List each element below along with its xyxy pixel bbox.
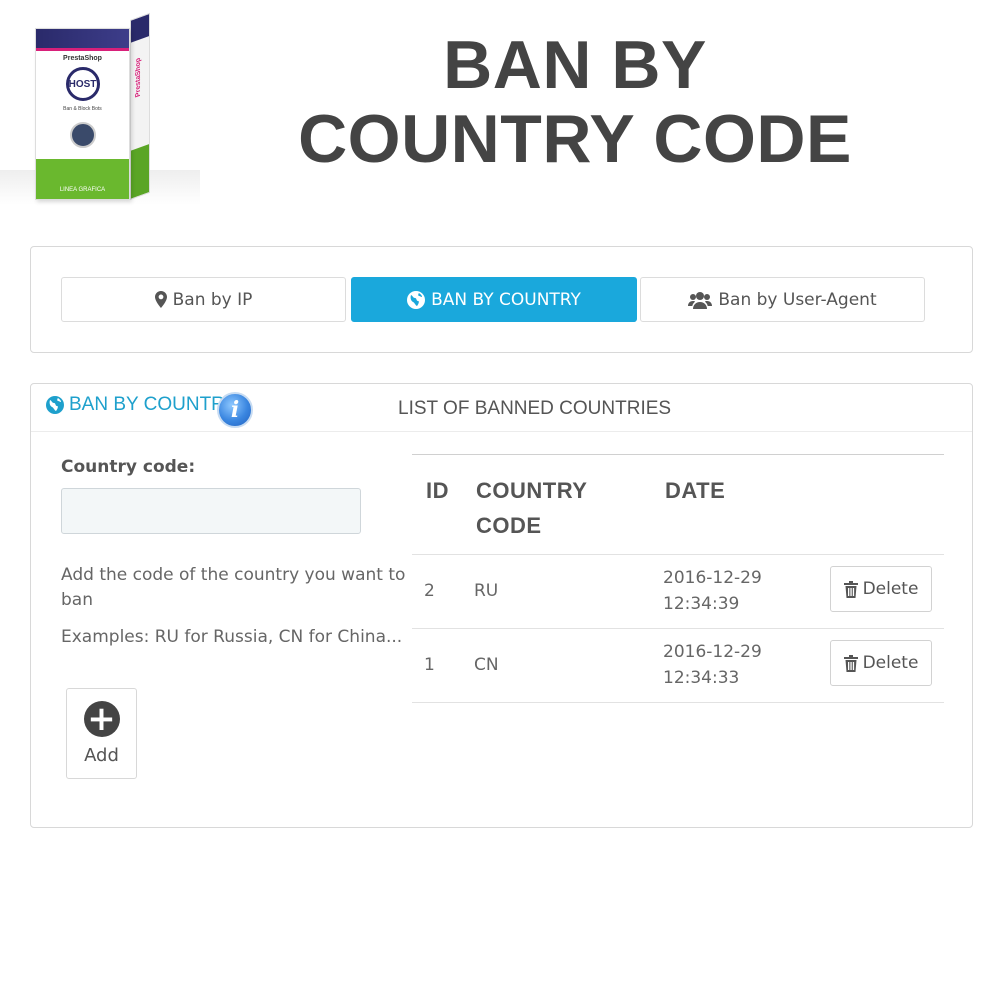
table-row: 1 CN 2016-12-29 12:34:33 Delete xyxy=(412,629,944,703)
tab-ban-by-country-label: BAN BY COUNTRY xyxy=(431,289,581,310)
add-button-label: Add xyxy=(84,745,119,766)
tab-ban-by-country[interactable]: BAN BY COUNTRY xyxy=(351,277,637,322)
country-code-examples: Examples: RU for Russia, CN for China... xyxy=(61,627,403,647)
banned-countries-table: ID COUNTRY CODE DATE 2 RU 2016-12-29 12:… xyxy=(412,454,944,703)
users-icon xyxy=(688,291,713,309)
product-name: Ban & Block Bots xyxy=(63,106,102,112)
country-code-label: Country code: xyxy=(61,457,196,477)
row-id: 2 xyxy=(424,581,435,601)
table-row: 2 RU 2016-12-29 12:34:39 Delete xyxy=(412,555,944,629)
tab-ban-by-ip-label: Ban by IP xyxy=(172,289,253,310)
banned-list-title: LIST OF BANNED COUNTRIES xyxy=(398,398,672,419)
country-code-input[interactable] xyxy=(61,488,361,534)
product-box-image: PrestaShop PrestaShop HOST Ban & Block B… xyxy=(0,10,200,205)
tab-ban-by-user-agent-label: Ban by User-Agent xyxy=(718,289,877,310)
panel-header: BAN BY COUNTRY i LIST OF BANNED COUNTRIE… xyxy=(31,384,972,432)
delete-button-label: Delete xyxy=(862,579,919,599)
product-maker: LINEA GRAFICA xyxy=(59,187,106,193)
column-header-country-code: COUNTRY CODE xyxy=(476,478,588,538)
product-box-front: PrestaShop HOST Ban & Block Bots LINEA G… xyxy=(35,28,130,200)
row-country-code: CN xyxy=(474,655,499,675)
row-country-code: RU xyxy=(474,581,499,601)
globe-icon xyxy=(46,396,64,414)
trash-icon xyxy=(843,654,858,672)
tabs-panel: Ban by IP BAN BY COUNTRY Ban by User-Age… xyxy=(30,246,973,353)
product-brand: PrestaShop xyxy=(63,55,102,62)
row-date: 2016-12-29 12:34:33 xyxy=(663,642,762,688)
headline-line-1: BAN BY xyxy=(443,27,707,103)
column-header-date: DATE xyxy=(665,478,726,503)
row-id: 1 xyxy=(424,655,435,675)
product-avatar-icon xyxy=(69,122,96,148)
info-icon[interactable]: i xyxy=(217,392,253,428)
product-side-text: PrestaShop xyxy=(135,56,142,99)
delete-button[interactable]: Delete xyxy=(830,566,932,612)
delete-button-label: Delete xyxy=(862,653,919,673)
column-header-id: ID xyxy=(426,478,449,503)
product-logo: HOST xyxy=(65,67,100,101)
panel-title: BAN BY COUNTRY xyxy=(46,394,237,416)
add-button[interactable]: + Add xyxy=(66,688,137,779)
headline-line-2: COUNTRY CODE xyxy=(298,101,852,177)
table-header: ID COUNTRY CODE DATE xyxy=(412,455,944,555)
country-code-help: Add the code of the country you want to … xyxy=(61,565,406,610)
plus-circle-icon: + xyxy=(83,701,120,737)
ban-by-country-panel: BAN BY COUNTRY i LIST OF BANNED COUNTRIE… xyxy=(30,383,973,828)
map-marker-icon xyxy=(154,291,167,308)
trash-icon xyxy=(843,580,858,598)
tab-ban-by-ip[interactable]: Ban by IP xyxy=(61,277,346,322)
row-date: 2016-12-29 12:34:39 xyxy=(663,568,762,614)
tab-ban-by-user-agent[interactable]: Ban by User-Agent xyxy=(640,277,925,322)
product-box-side: PrestaShop xyxy=(130,12,150,200)
globe-icon xyxy=(407,290,426,309)
page-headline: BAN BY COUNTRY CODE xyxy=(290,28,860,176)
panel-title-text: BAN BY COUNTRY xyxy=(69,394,238,415)
delete-button[interactable]: Delete xyxy=(830,640,932,686)
